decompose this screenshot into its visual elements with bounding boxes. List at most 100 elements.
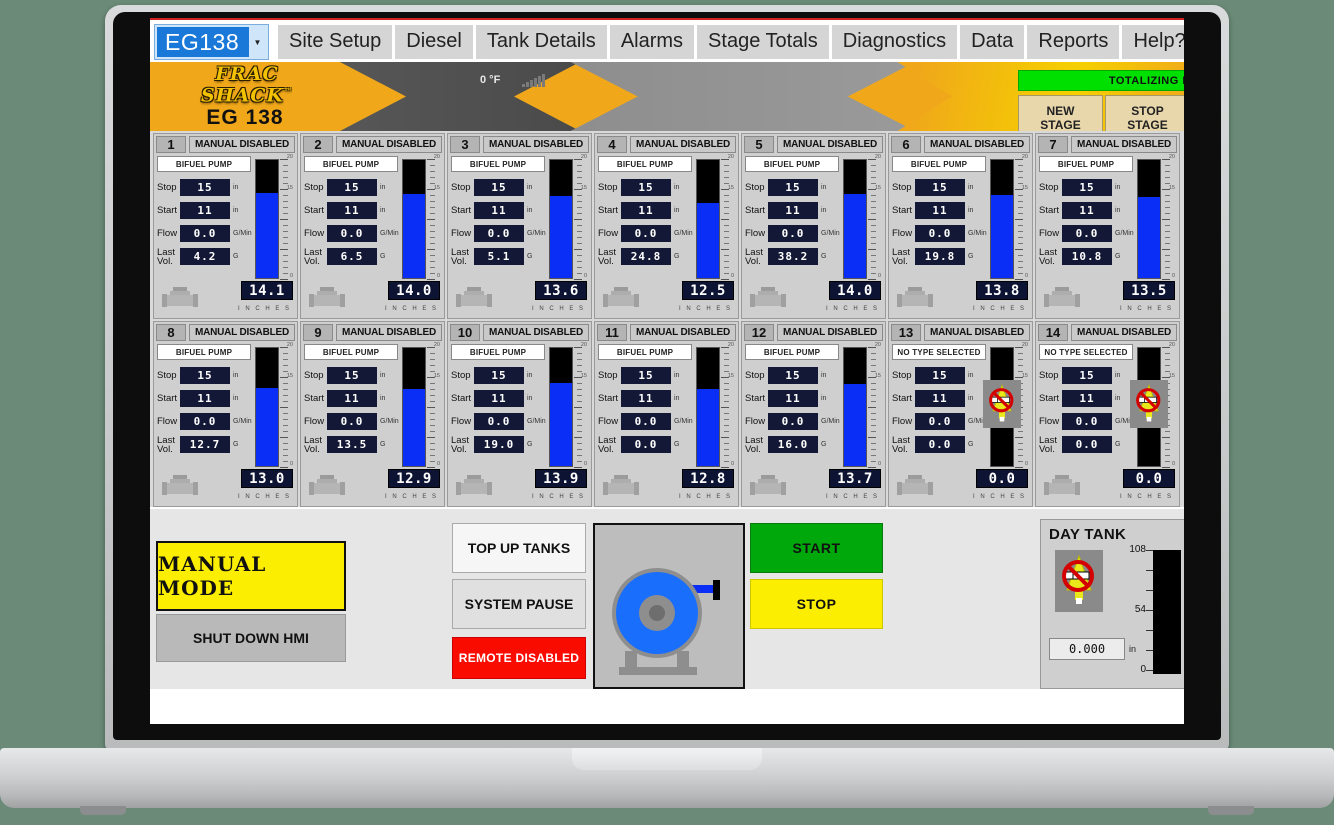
tank-number[interactable]: 2 xyxy=(303,136,333,153)
tank-panel-14[interactable]: 14 MANUAL DISABLED NO TYPE SELECTED Stop 15 i… xyxy=(1035,321,1180,507)
tank-type-label[interactable]: BIFUEL PUMP xyxy=(892,156,986,172)
tank-type-label[interactable]: BIFUEL PUMP xyxy=(745,344,839,360)
tank-number[interactable]: 12 xyxy=(744,324,774,341)
tank-type-label[interactable]: BIFUEL PUMP xyxy=(304,156,398,172)
last-volume-label: Last Vol. xyxy=(892,434,910,455)
stop-setpoint-value[interactable]: 15 xyxy=(768,367,818,384)
stop-setpoint-value[interactable]: 15 xyxy=(327,367,377,384)
last-volume-unit: G xyxy=(233,253,239,260)
stop-setpoint-value[interactable]: 15 xyxy=(327,179,377,196)
start-setpoint-value[interactable]: 11 xyxy=(768,202,818,219)
stop-button[interactable]: STOP xyxy=(750,579,883,629)
shut-down-hmi-button[interactable]: SHUT DOWN HMI xyxy=(156,614,346,662)
tank-number[interactable]: 4 xyxy=(597,136,627,153)
menu-item-diagnostics[interactable]: Diagnostics xyxy=(831,25,958,59)
tank-header: 8 MANUAL DISABLED xyxy=(156,324,295,341)
start-button[interactable]: START xyxy=(750,523,883,573)
tank-panel-9[interactable]: 9 MANUAL DISABLED BIFUEL PUMP Stop 15 in Start… xyxy=(300,321,445,507)
day-tank-value[interactable]: 0.000 xyxy=(1049,638,1125,660)
site-selector-value[interactable]: EG138 xyxy=(157,27,249,57)
tank-number[interactable]: 9 xyxy=(303,324,333,341)
stop-setpoint-value[interactable]: 15 xyxy=(768,179,818,196)
stop-setpoint-value[interactable]: 15 xyxy=(1062,179,1112,196)
tank-panel-2[interactable]: 2 MANUAL DISABLED BIFUEL PUMP Stop 15 in Start… xyxy=(300,133,445,319)
stop-label: Stop xyxy=(1039,182,1059,193)
stop-setpoint-value[interactable]: 15 xyxy=(1062,367,1112,384)
stop-setpoint-value[interactable]: 15 xyxy=(621,367,671,384)
start-setpoint-value[interactable]: 11 xyxy=(474,390,524,407)
site-selector[interactable]: EG138 ▼ xyxy=(154,24,269,60)
tank-type-label[interactable]: BIFUEL PUMP xyxy=(451,344,545,360)
stop-setpoint-value[interactable]: 15 xyxy=(915,367,965,384)
menu-item-data[interactable]: Data xyxy=(960,25,1025,59)
menu-item-reports[interactable]: Reports xyxy=(1027,25,1120,59)
start-setpoint-value[interactable]: 11 xyxy=(915,390,965,407)
start-setpoint-value[interactable]: 11 xyxy=(1062,390,1112,407)
menu-item-stage-totals[interactable]: Stage Totals xyxy=(697,25,829,59)
tank-panel-11[interactable]: 11 MANUAL DISABLED BIFUEL PUMP Stop 15 in Star… xyxy=(594,321,739,507)
menu-item-tank-details[interactable]: Tank Details xyxy=(475,25,607,59)
tank-number[interactable]: 8 xyxy=(156,324,186,341)
tank-number[interactable]: 1 xyxy=(156,136,186,153)
start-setpoint-value[interactable]: 11 xyxy=(1062,202,1112,219)
menu-item-site-setup[interactable]: Site Setup xyxy=(278,25,393,59)
tank-type-label[interactable]: BIFUEL PUMP xyxy=(451,156,545,172)
start-setpoint-value[interactable]: 11 xyxy=(621,390,671,407)
tank-type-label[interactable]: NO TYPE SELECTED xyxy=(892,344,986,360)
stop-setpoint-value[interactable]: 15 xyxy=(180,367,230,384)
start-setpoint-value[interactable]: 11 xyxy=(768,390,818,407)
stop-setpoint-value[interactable]: 15 xyxy=(621,179,671,196)
last-volume-label: Last Vol. xyxy=(745,434,763,455)
stop-setpoint-value[interactable]: 15 xyxy=(474,367,524,384)
tank-number[interactable]: 7 xyxy=(1038,136,1068,153)
tank-type-label[interactable]: BIFUEL PUMP xyxy=(157,344,251,360)
menu-item-help[interactable]: Help? xyxy=(1122,25,1184,59)
stop-setpoint-value[interactable]: 15 xyxy=(180,179,230,196)
tank-panel-3[interactable]: 3 MANUAL DISABLED BIFUEL PUMP Stop 15 in Start… xyxy=(447,133,592,319)
tank-number[interactable]: 6 xyxy=(891,136,921,153)
menu-item-alarms[interactable]: Alarms xyxy=(609,25,695,59)
stop-setpoint-value[interactable]: 15 xyxy=(915,179,965,196)
tank-number[interactable]: 14 xyxy=(1038,324,1068,341)
start-setpoint-value[interactable]: 11 xyxy=(474,202,524,219)
tank-type-label[interactable]: BIFUEL PUMP xyxy=(304,344,398,360)
start-setpoint-value[interactable]: 11 xyxy=(327,390,377,407)
start-setpoint-value[interactable]: 11 xyxy=(915,202,965,219)
tank-panel-1[interactable]: 1 MANUAL DISABLED BIFUEL PUMP Stop 15 in Start… xyxy=(153,133,298,319)
new-stage-button[interactable]: NEW STAGE xyxy=(1018,95,1103,131)
tank-number[interactable]: 11 xyxy=(597,324,627,341)
tank-panel-7[interactable]: 7 MANUAL DISABLED BIFUEL PUMP Stop 15 in Start… xyxy=(1035,133,1180,319)
tank-number[interactable]: 3 xyxy=(450,136,480,153)
flow-value: 0.0 xyxy=(327,225,377,242)
tank-panel-10[interactable]: 10 MANUAL DISABLED BIFUEL PUMP Stop 15 in Star… xyxy=(447,321,592,507)
tank-type-label[interactable]: NO TYPE SELECTED xyxy=(1039,344,1133,360)
tank-panel-4[interactable]: 4 MANUAL DISABLED BIFUEL PUMP Stop 15 in Start… xyxy=(594,133,739,319)
tank-type-label[interactable]: BIFUEL PUMP xyxy=(745,156,839,172)
chevron-down-icon[interactable]: ▼ xyxy=(249,27,266,57)
stop-setpoint-value[interactable]: 15 xyxy=(474,179,524,196)
tank-panel-13[interactable]: 13 MANUAL DISABLED NO TYPE SELECTED Stop 15 i… xyxy=(888,321,1033,507)
start-setpoint-value[interactable]: 11 xyxy=(180,390,230,407)
tank-number[interactable]: 13 xyxy=(891,324,921,341)
tank-type-label[interactable]: BIFUEL PUMP xyxy=(157,156,251,172)
tank-panel-5[interactable]: 5 MANUAL DISABLED BIFUEL PUMP Stop 15 in Start… xyxy=(741,133,886,319)
remote-status-button[interactable]: REMOTE DISABLED xyxy=(452,637,586,679)
system-pause-button[interactable]: SYSTEM PAUSE xyxy=(452,579,586,629)
tank-number[interactable]: 5 xyxy=(744,136,774,153)
tank-panel-6[interactable]: 6 MANUAL DISABLED BIFUEL PUMP Stop 15 in Start… xyxy=(888,133,1033,319)
tank-type-label[interactable]: BIFUEL PUMP xyxy=(1039,156,1133,172)
tank-level-gauge xyxy=(255,159,279,279)
tank-panel-8[interactable]: 8 MANUAL DISABLED BIFUEL PUMP Stop 15 in Start… xyxy=(153,321,298,507)
tank-status-badge: MANUAL DISABLED xyxy=(924,136,1030,153)
blower-display[interactable] xyxy=(593,523,745,689)
top-up-tanks-button[interactable]: TOP UP TANKS xyxy=(452,523,586,573)
start-setpoint-value[interactable]: 11 xyxy=(327,202,377,219)
tank-number[interactable]: 10 xyxy=(450,324,480,341)
menu-item-diesel[interactable]: Diesel xyxy=(395,25,473,59)
tank-panel-12[interactable]: 12 MANUAL DISABLED BIFUEL PUMP Stop 15 in Star… xyxy=(741,321,886,507)
start-setpoint-value[interactable]: 11 xyxy=(621,202,671,219)
stop-stage-button[interactable]: STOP STAGE xyxy=(1105,95,1184,131)
tank-type-label[interactable]: BIFUEL PUMP xyxy=(598,344,692,360)
tank-type-label[interactable]: BIFUEL PUMP xyxy=(598,156,692,172)
start-setpoint-value[interactable]: 11 xyxy=(180,202,230,219)
